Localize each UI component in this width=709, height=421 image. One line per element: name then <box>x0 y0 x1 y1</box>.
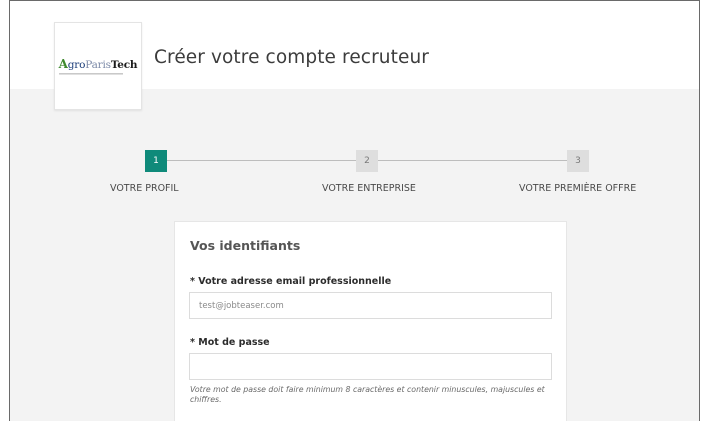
logo-text-gro: gro <box>67 59 86 71</box>
logo-text-tech: Tech <box>110 59 138 71</box>
step-1-marker[interactable]: 1 <box>145 150 167 172</box>
step-3-marker: 3 <box>567 150 589 172</box>
logo-text-paris: Paris <box>85 59 111 71</box>
password-hint: Votre mot de passe doit faire minimum 8 … <box>190 385 545 404</box>
signup-stepper: 1 2 3 VOTRE PROFIL VOTRE ENTREPRISE VOTR… <box>10 147 699 197</box>
agroparistech-logo: AgroParisTech <box>58 57 138 75</box>
section-title: Vos identifiants <box>190 238 301 253</box>
step-1-label: VOTRE PROFIL <box>110 183 179 194</box>
logo-letter-a: A <box>58 57 68 71</box>
step-2-label: VOTRE ENTREPRISE <box>322 183 416 194</box>
step-connector-1-2 <box>166 160 356 161</box>
step-2-marker: 2 <box>356 150 378 172</box>
logo-wordmark: AgroParisTech <box>59 57 138 71</box>
step-connector-2-3 <box>378 160 567 161</box>
password-field[interactable] <box>189 353 552 380</box>
logo-underline <box>58 73 123 75</box>
credentials-form-card: Vos identifiants * Votre adresse email p… <box>174 221 567 421</box>
email-field[interactable]: test@jobteaser.com <box>189 292 552 319</box>
email-field-label: * Votre adresse email professionnelle <box>190 276 392 287</box>
page-title: Créer votre compte recruteur <box>154 47 429 68</box>
browser-frame: AgroParisTech Créer votre compte recrute… <box>9 0 700 421</box>
password-field-label: * Mot de passe <box>190 337 270 348</box>
step-3-label: VOTRE PREMIÈRE OFFRE <box>519 183 637 194</box>
school-logo: AgroParisTech <box>54 22 142 110</box>
